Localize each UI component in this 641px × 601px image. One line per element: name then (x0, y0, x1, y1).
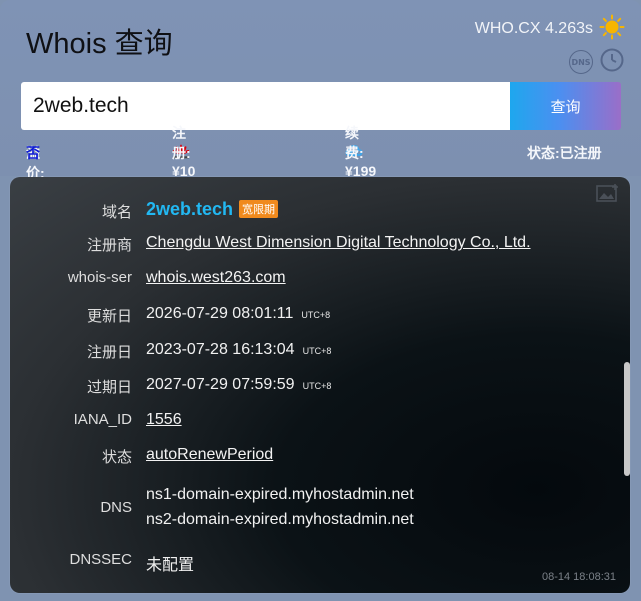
timezone-label: UTC+8 (302, 381, 332, 391)
registrar-link[interactable]: Chengdu West Dimension Digital Technolog… (146, 234, 531, 252)
image-icon[interactable] (596, 183, 620, 203)
domain-label: 域名 (101, 204, 132, 221)
renew-price-label: 续费:¥199 (345, 125, 377, 179)
updated-value-wrap: 2026-07-29 08:01:11 UTC+8 (146, 305, 330, 323)
whois-result-card: 域名 2web.tech 宽限期 注册商 Chengdu West Dimensi… (10, 177, 630, 593)
expires-value: 2027-07-29 07:59:59 (146, 376, 295, 393)
register-price[interactable]: 注册:¥10 (172, 125, 195, 179)
domain-value-wrap: 2web.tech 宽限期 (146, 199, 279, 220)
grace-period-badge: 宽限期 (239, 200, 279, 218)
header: Whois 查询 WHO.CX 4.263s DNS 查询 溢价:否 (0, 0, 641, 181)
created-value-wrap: 2023-07-28 16:13:04 UTC+8 (146, 341, 331, 359)
updated-value: 2026-07-29 08:01:11 (146, 305, 294, 322)
dns-label: DNS (100, 499, 132, 516)
expires-value-wrap: 2027-07-29 07:59:59 UTC+8 (146, 376, 331, 394)
iana-link[interactable]: 1556 (146, 411, 182, 429)
whois-server-link[interactable]: whois.west263.com (146, 269, 286, 287)
search-bar: 查询 (21, 82, 621, 130)
expires-label: 过期日 (86, 379, 132, 396)
sun-icon[interactable] (599, 14, 625, 40)
dns-values: ns1-domain-expired.myhostadmin.net ns2-d… (146, 486, 414, 529)
page-title: Whois 查询 (26, 28, 173, 60)
timezone-label: UTC+8 (302, 346, 332, 356)
registration-status: 状态:已注册 (527, 145, 602, 161)
whois-server-label: whois-ser (67, 269, 132, 286)
summary-row: 溢价: 否 注册:¥10 续费:¥199 状态:已注册 (0, 125, 641, 181)
timezone-label: UTC+8 (301, 310, 331, 320)
registrar-label: 注册商 (86, 237, 132, 254)
iana-label: IANA_ID (73, 411, 132, 428)
domain-value[interactable]: 2web.tech (146, 199, 233, 219)
dns-icon[interactable]: DNS (569, 50, 593, 74)
premium-value: 否 (26, 145, 40, 161)
dnssec-value: 未配置 (146, 557, 195, 574)
dns-server-2: ns2-domain-expired.myhostadmin.net (146, 511, 414, 528)
server-timing: WHO.CX 4.263s (474, 20, 593, 37)
query-timestamp: 08-14 18:08:31 (541, 571, 616, 583)
register-price-label: 注册:¥10 (172, 125, 196, 179)
created-value: 2023-07-28 16:13:04 (146, 341, 295, 358)
updated-label: 更新日 (86, 308, 132, 325)
clock-icon[interactable] (600, 48, 624, 72)
dns-server-1: ns1-domain-expired.myhostadmin.net (146, 486, 414, 503)
renew-price[interactable]: 续费:¥199 (345, 125, 376, 179)
dnssec-label: DNSSEC (69, 551, 132, 568)
status-label: 状态 (101, 449, 132, 466)
search-button[interactable]: 查询 (510, 82, 621, 130)
search-input[interactable] (21, 82, 510, 130)
scrollbar[interactable] (624, 362, 630, 476)
status-link[interactable]: autoRenewPeriod (146, 446, 273, 464)
created-label: 注册日 (86, 344, 132, 361)
